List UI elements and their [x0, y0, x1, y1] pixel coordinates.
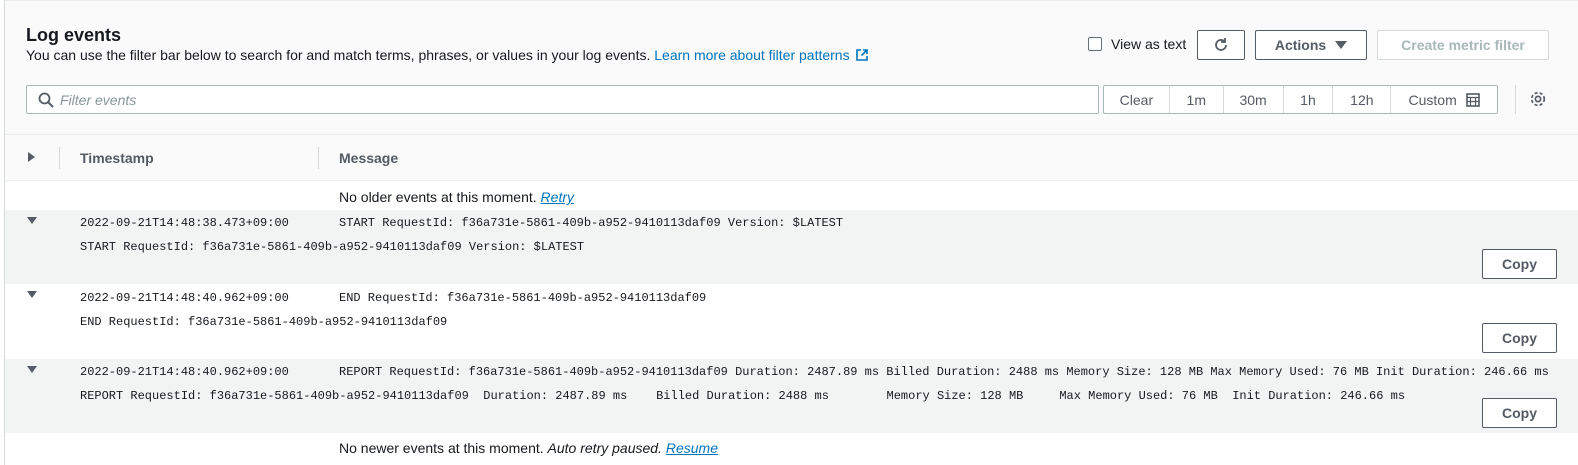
caret-down-icon	[1335, 41, 1348, 49]
view-as-text-toggle[interactable]: View as text	[1088, 36, 1186, 52]
learn-more-link-label: Learn more about filter patterns	[654, 47, 850, 63]
time-range-12h[interactable]: 12h	[1333, 86, 1392, 113]
column-divider	[59, 147, 60, 169]
copy-button[interactable]: Copy	[1482, 398, 1557, 428]
toolbar-divider	[1515, 85, 1516, 114]
description: You can use the filter bar below to sear…	[26, 47, 868, 63]
row-detail: END RequestId: f36a731e-5861-409b-a952-9…	[80, 315, 448, 329]
row-timestamp: 2022-09-21T14:48:38.473+09:00	[80, 216, 289, 230]
row-message: START RequestId: f36a731e-5861-409b-a952…	[339, 216, 844, 230]
auto-retry-paused-text: Auto retry paused.	[547, 440, 662, 456]
time-range-selector: Clear 1m 30m 1h 12h Custom	[1103, 85, 1498, 114]
row-timestamp: 2022-09-21T14:48:40.962+09:00	[80, 291, 289, 305]
time-range-1h[interactable]: 1h	[1284, 86, 1334, 113]
table-header: Timestamp Message	[5, 135, 1578, 181]
expand-all-icon[interactable]	[28, 152, 35, 162]
column-divider	[318, 147, 319, 169]
refresh-button[interactable]	[1197, 30, 1245, 60]
refresh-icon	[1215, 38, 1227, 51]
time-range-custom-label: Custom	[1408, 91, 1457, 108]
search-icon	[38, 92, 54, 108]
time-range-1m[interactable]: 1m	[1170, 86, 1224, 113]
older-events-text: No older events at this moment.	[339, 189, 537, 205]
log-events-panel: Log events You can use the filter bar be…	[4, 0, 1578, 465]
collapse-row-icon[interactable]	[27, 217, 37, 224]
retry-link[interactable]: Retry	[541, 189, 574, 205]
actions-label: Actions	[1274, 37, 1327, 53]
collapse-row-icon[interactable]	[27, 291, 37, 298]
log-event-row[interactable]: 2022-09-21T14:48:40.962+09:00 END Reques…	[5, 284, 1578, 359]
row-timestamp: 2022-09-21T14:48:40.962+09:00	[80, 365, 289, 379]
newer-events-text: No newer events at this moment.	[339, 440, 544, 456]
log-event-row[interactable]: 2022-09-21T14:48:40.962+09:00 REPORT Req…	[5, 359, 1578, 433]
older-events-note: No older events at this moment. Retry	[339, 189, 574, 205]
time-range-clear[interactable]: Clear	[1104, 86, 1170, 113]
row-detail: START RequestId: f36a731e-5861-409b-a952…	[80, 240, 585, 254]
row-message: REPORT RequestId: f36a731e-5861-409b-a95…	[339, 365, 1549, 379]
row-message: END RequestId: f36a731e-5861-409b-a952-9…	[339, 291, 707, 305]
description-text: You can use the filter bar below to sear…	[26, 47, 651, 63]
calendar-icon	[1465, 92, 1480, 107]
page-title: Log events	[26, 25, 122, 45]
external-link-icon	[855, 49, 868, 61]
log-events-header: Log events You can use the filter bar be…	[5, 1, 1578, 135]
resume-link[interactable]: Resume	[666, 440, 718, 456]
row-detail: REPORT RequestId: f36a731e-5861-409b-a95…	[80, 389, 1406, 403]
view-as-text-checkbox[interactable]	[1088, 37, 1102, 51]
collapse-row-icon[interactable]	[27, 366, 37, 373]
log-event-row[interactable]: 2022-09-21T14:48:38.473+09:00 START Requ…	[5, 210, 1578, 284]
column-message[interactable]: Message	[339, 150, 398, 166]
time-range-30m[interactable]: 30m	[1224, 86, 1284, 113]
time-range-custom[interactable]: Custom	[1391, 86, 1497, 113]
copy-button[interactable]: Copy	[1482, 249, 1557, 279]
gear-icon[interactable]	[1529, 90, 1547, 108]
column-timestamp[interactable]: Timestamp	[80, 150, 154, 166]
actions-dropdown-button[interactable]: Actions	[1255, 30, 1367, 60]
learn-more-link[interactable]: Learn more about filter patterns	[654, 47, 868, 63]
view-as-text-label: View as text	[1111, 36, 1187, 52]
filter-bar	[26, 85, 1099, 114]
create-metric-filter-button[interactable]: Create metric filter	[1377, 30, 1549, 60]
copy-button[interactable]: Copy	[1482, 323, 1557, 353]
filter-events-input[interactable]	[60, 89, 1080, 110]
newer-events-note: No newer events at this moment. Auto ret…	[339, 440, 718, 456]
